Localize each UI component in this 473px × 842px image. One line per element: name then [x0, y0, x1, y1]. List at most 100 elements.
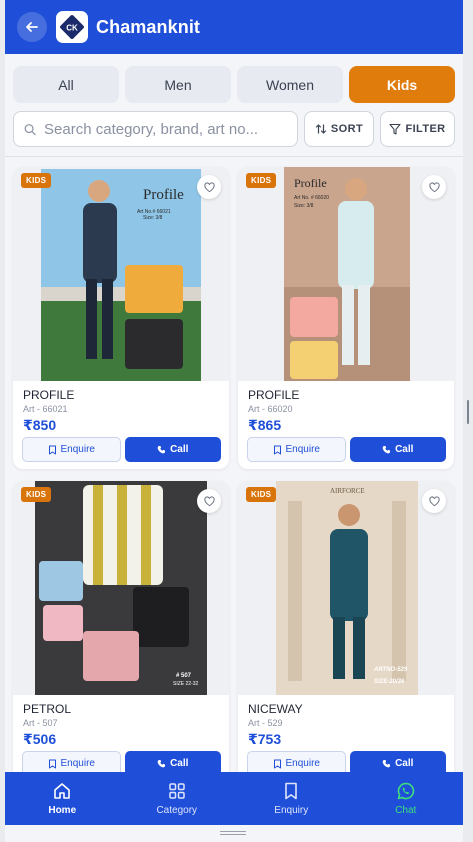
search-toolbar: SORT FILTER	[13, 111, 455, 147]
bookmark-icon	[285, 782, 298, 800]
bookmark-icon	[273, 759, 281, 768]
logo-icon: CK	[60, 15, 84, 39]
bottom-navigation: Home Category Enquiry Chat	[5, 772, 463, 825]
product-image[interactable]: Profile Art No.# 66021 Size: 3/8 KIDS	[13, 167, 229, 381]
card-actions: Enquire Call	[247, 437, 446, 462]
product-image[interactable]: Profile Art No. # 66020 Size: 3/8 KIDS	[238, 167, 454, 381]
enquire-button[interactable]: Enquire	[247, 437, 346, 462]
wishlist-button[interactable]	[422, 175, 446, 199]
category-badge: KIDS	[21, 487, 52, 502]
filter-icon	[389, 123, 402, 135]
product-card[interactable]: Profile Art No. # 66020 Size: 3/8 KIDS P…	[238, 167, 454, 469]
back-button[interactable]	[17, 12, 47, 42]
filter-label: FILTER	[405, 123, 446, 135]
phone-icon	[157, 759, 166, 768]
product-art-number: Art - 507	[23, 718, 58, 728]
svg-text:CK: CK	[66, 24, 78, 33]
arrow-left-icon	[26, 22, 38, 32]
tab-men[interactable]: Men	[125, 66, 231, 103]
product-price: ₹865	[248, 417, 282, 433]
product-photo: Profile Art No.# 66021 Size: 3/8	[13, 167, 229, 381]
heart-icon	[428, 182, 440, 192]
whatsapp-icon	[397, 782, 414, 800]
product-art-number: Art - 66021	[23, 404, 68, 414]
svg-text:SIZE-20/36: SIZE-20/36	[374, 679, 405, 685]
wishlist-button[interactable]	[197, 175, 221, 199]
sort-label: SORT	[330, 123, 364, 135]
heart-icon	[203, 496, 215, 506]
search-input[interactable]	[44, 120, 297, 138]
tab-women[interactable]: Women	[237, 66, 343, 103]
bookmark-icon	[273, 445, 281, 454]
enquire-label: Enquire	[285, 758, 320, 769]
category-badge: KIDS	[246, 173, 277, 188]
app-logo: CK	[56, 11, 88, 43]
product-photo: Profile Art No. # 66020 Size: 3/8	[238, 167, 454, 381]
svg-text:# 507: # 507	[176, 673, 192, 679]
scrollbar[interactable]	[467, 400, 469, 424]
heart-icon	[428, 496, 440, 506]
product-brand: PROFILE	[23, 388, 75, 402]
nav-chat[interactable]: Chat	[349, 772, 464, 825]
product-price: ₹850	[23, 417, 57, 433]
phone-icon	[382, 759, 391, 768]
tab-all[interactable]: All	[13, 66, 119, 103]
product-image[interactable]: AIRFORCE ARTNO-529 SIZE-20/36 KIDS	[238, 481, 454, 695]
product-card[interactable]: AIRFORCE ARTNO-529 SIZE-20/36 KIDS NICEW…	[238, 481, 454, 783]
enquire-label: Enquire	[60, 758, 95, 769]
gesture-handle[interactable]	[220, 831, 246, 835]
svg-text:Art No. # 66020: Art No. # 66020	[294, 195, 329, 201]
card-actions: Enquire Call	[22, 437, 221, 462]
sort-icon	[315, 124, 327, 134]
bookmark-icon	[48, 759, 56, 768]
app-title: Chamanknit	[96, 16, 201, 37]
wishlist-button[interactable]	[197, 489, 221, 513]
tab-kids[interactable]: Kids	[349, 66, 455, 103]
phone-icon	[157, 445, 166, 454]
product-price: ₹506	[23, 731, 57, 747]
svg-text:SIZE 22-32: SIZE 22-32	[173, 681, 199, 687]
call-label: Call	[395, 758, 414, 769]
product-art-number: Art - 529	[248, 718, 283, 728]
product-card[interactable]: Profile Art No.# 66021 Size: 3/8 KIDS PR…	[13, 167, 229, 469]
app-header: CK Chamanknit	[5, 0, 463, 54]
call-label: Call	[170, 758, 189, 769]
enquire-label: Enquire	[60, 444, 95, 455]
phone-icon	[382, 445, 391, 454]
divider	[5, 156, 463, 157]
category-badge: KIDS	[246, 487, 277, 502]
enquire-label: Enquire	[285, 444, 320, 455]
sort-button[interactable]: SORT	[304, 111, 374, 147]
product-image[interactable]: # 507 SIZE 22-32 KIDS	[13, 481, 229, 695]
nav-chat-label: Chat	[395, 805, 417, 816]
nav-category-label: Category	[156, 805, 198, 816]
product-card[interactable]: # 507 SIZE 22-32 KIDS PETROL Art - 507 ₹…	[13, 481, 229, 783]
svg-text:Size: 3/8: Size: 3/8	[294, 203, 314, 209]
app-frame: CK Chamanknit All Men Women Kids SORT FI…	[5, 0, 463, 842]
nav-home[interactable]: Home	[5, 772, 120, 825]
svg-text:AIRFORCE: AIRFORCE	[330, 487, 365, 495]
product-photo: # 507 SIZE 22-32	[13, 481, 229, 695]
product-brand: NICEWAY	[248, 702, 303, 716]
filter-button[interactable]: FILTER	[380, 111, 455, 147]
enquire-button[interactable]: Enquire	[22, 437, 121, 462]
call-label: Call	[170, 444, 189, 455]
call-label: Call	[395, 444, 414, 455]
wishlist-button[interactable]	[422, 489, 446, 513]
nav-home-label: Home	[48, 805, 77, 816]
svg-text:Profile: Profile	[294, 176, 327, 190]
call-button[interactable]: Call	[124, 437, 221, 462]
product-brand: PROFILE	[248, 388, 300, 402]
product-price: ₹753	[248, 731, 282, 747]
bookmark-icon	[48, 445, 56, 454]
heart-icon	[203, 182, 215, 192]
call-button[interactable]: Call	[349, 437, 446, 462]
product-photo: AIRFORCE ARTNO-529 SIZE-20/36	[238, 481, 454, 695]
svg-text:ARTNO-529: ARTNO-529	[373, 667, 408, 673]
category-badge: KIDS	[21, 173, 52, 188]
product-art-number: Art - 66020	[248, 404, 293, 414]
category-tabs: All Men Women Kids	[13, 66, 455, 103]
search-icon	[24, 123, 36, 135]
nav-category[interactable]: Category	[120, 772, 235, 825]
nav-enquiry[interactable]: Enquiry	[234, 772, 349, 825]
